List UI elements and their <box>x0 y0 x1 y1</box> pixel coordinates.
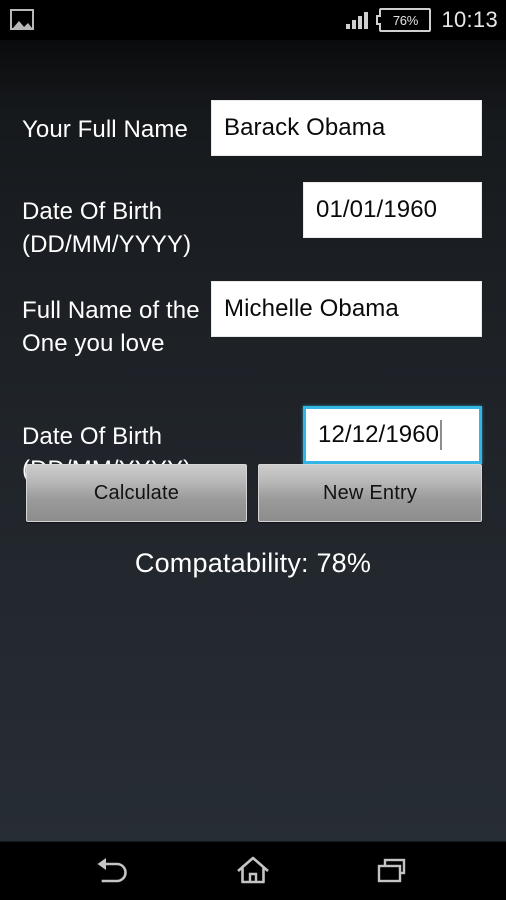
back-icon <box>97 858 127 883</box>
status-clock: 10:13 <box>441 7 498 32</box>
recent-apps-button[interactable] <box>338 842 448 900</box>
home-button[interactable] <box>198 842 308 900</box>
input-your-date-of-birth-value: 01/01/1960 <box>316 196 438 223</box>
input-your-full-name[interactable]: Barack Obama <box>211 100 482 156</box>
input-partner-full-name-value: Michelle Obama <box>224 295 399 322</box>
recent-apps-icon <box>377 858 406 883</box>
status-bar: 76% 10:13 <box>0 0 506 40</box>
home-icon <box>237 856 269 884</box>
label-partner-full-name: Full Name of the One you love <box>22 297 200 357</box>
input-partner-full-name[interactable]: Michelle Obama <box>211 281 482 337</box>
signal-bars-icon <box>346 11 369 29</box>
navigation-bar <box>0 841 506 900</box>
label-your-full-name: Your Full Name <box>22 116 188 143</box>
button-bar: Calculate New Entry <box>0 464 506 534</box>
input-your-date-of-birth[interactable]: 01/01/1960 <box>303 182 482 238</box>
battery-icon: 76% <box>376 8 432 32</box>
notification-area <box>10 9 34 31</box>
input-partner-date-of-birth[interactable]: 12/12/1960 <box>303 406 482 464</box>
input-partner-date-of-birth-value: 12/12/1960 <box>318 421 440 448</box>
app-content: Your Full Name Barack Obama Date Of Birt… <box>0 40 506 842</box>
label-your-date-of-birth: Date Of Birth (DD/MM/YYYY) <box>22 198 192 258</box>
calculate-button[interactable]: Calculate <box>26 464 247 522</box>
new-entry-button[interactable]: New Entry <box>258 464 482 522</box>
back-button[interactable] <box>58 842 168 900</box>
compatibility-result-text: Compatability: 78% <box>134 548 372 578</box>
text-cursor <box>440 420 443 450</box>
phone-screen: 76% 10:13 Your Full Name Barack Obama Da… <box>0 0 506 900</box>
status-indicators: 76% 10:13 <box>346 0 498 40</box>
gallery-icon <box>10 9 34 30</box>
battery-level-text: 76% <box>392 12 418 28</box>
input-your-full-name-value: Barack Obama <box>224 114 386 141</box>
